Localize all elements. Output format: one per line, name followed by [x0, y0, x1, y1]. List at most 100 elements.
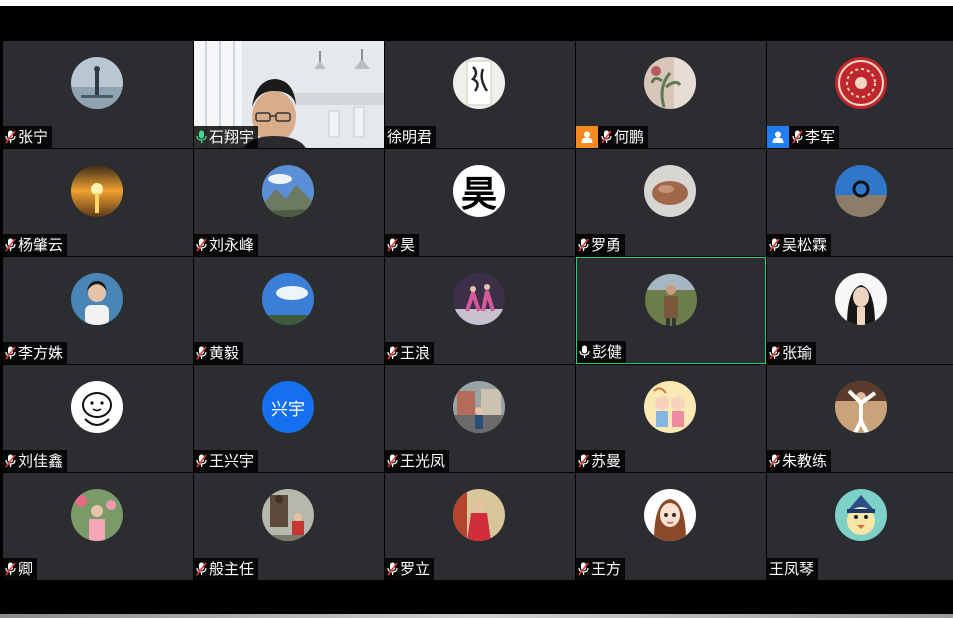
participant-name-label: 何鹏: [576, 126, 649, 148]
participant-tile[interactable]: 兴宇 王兴宇: [194, 365, 384, 472]
participant-grid: 张宁 石翔宇 徐明君 何鹏 李军 杨肇云 刘永峰昊昊罗勇 吴松霖 李方姝 黄毅 王浪 彭健 张瑜 刘佳鑫…: [3, 41, 953, 581]
participant-name-label: 刘佳鑫: [3, 450, 68, 472]
participant-tile[interactable]: 苏曼: [576, 365, 766, 472]
participant-name: 王光凤: [400, 452, 446, 470]
participant-tile[interactable]: 卿: [3, 473, 193, 580]
participant-name: 罗立: [400, 560, 431, 578]
avatar: [71, 381, 123, 433]
meeting-window: 张宁 石翔宇 徐明君 何鹏 李军 杨肇云 刘永峰昊昊罗勇 吴松霖 李方姝 黄毅 王浪 彭健 张瑜 刘佳鑫…: [0, 6, 953, 616]
mic-on-icon: [579, 345, 590, 358]
participant-tile[interactable]: 吴松霖: [767, 149, 953, 256]
participant-tile[interactable]: 刘佳鑫: [3, 365, 193, 472]
mic-muted-icon: [196, 562, 207, 576]
host-orange-icon: [576, 126, 598, 148]
participant-name: 卿: [18, 560, 34, 578]
participant-tile[interactable]: 黄毅: [194, 257, 384, 364]
mic-muted-icon: [769, 454, 780, 468]
participant-name: 朱教练: [782, 452, 828, 470]
participant-name-label: 王浪: [385, 342, 435, 364]
mic-muted-icon: [5, 562, 16, 576]
participant-name-label: 昊: [385, 234, 420, 256]
participant-tile[interactable]: 何鹏: [576, 41, 766, 148]
participant-name: 张宁: [18, 128, 49, 146]
participant-name: 何鹏: [614, 128, 645, 146]
mic-muted-icon: [578, 238, 589, 252]
participant-tile[interactable]: 罗勇: [576, 149, 766, 256]
participant-tile[interactable]: 王光凤: [385, 365, 575, 472]
participant-tile[interactable]: 王方: [576, 473, 766, 580]
avatar: [644, 381, 696, 433]
participant-name: 李方姝: [18, 344, 64, 362]
taskbar-edge: [0, 614, 953, 618]
participant-tile[interactable]: 罗立: [385, 473, 575, 580]
participant-name-label: 朱教练: [767, 450, 832, 472]
avatar: [835, 381, 887, 433]
participant-name-label: 张瑜: [767, 342, 817, 364]
participant-name: 刘佳鑫: [18, 452, 64, 470]
participant-name: 罗勇: [591, 236, 622, 254]
mic-muted-icon: [387, 346, 398, 360]
avatar: [71, 489, 123, 541]
avatar: [835, 489, 887, 541]
mic-muted-icon: [196, 454, 207, 468]
participant-tile[interactable]: 朱教练: [767, 365, 953, 472]
participant-tile[interactable]: 石翔宇: [194, 41, 384, 148]
mic-muted-icon: [5, 130, 16, 144]
participant-name-label: 徐明君: [385, 126, 437, 148]
participant-name: 徐明君: [387, 128, 433, 146]
participant-name-label: 罗勇: [576, 234, 626, 256]
participant-name-label: 吴松霖: [767, 234, 832, 256]
participant-name: 刘永峰: [209, 236, 255, 254]
participant-name: 黄毅: [209, 344, 240, 362]
participant-name: 王浪: [400, 344, 431, 362]
avatar: [453, 273, 505, 325]
participant-name: 昊: [400, 236, 416, 254]
avatar: [644, 57, 696, 109]
avatar: [71, 57, 123, 109]
participant-name-label: 黄毅: [194, 342, 244, 364]
mic-muted-icon: [387, 562, 398, 576]
participant-tile[interactable]: 张瑜: [767, 257, 953, 364]
participant-tile[interactable]: 李军: [767, 41, 953, 148]
participant-tile[interactable]: 王浪: [385, 257, 575, 364]
avatar: [835, 57, 887, 109]
participant-name-label: 石翔宇: [194, 126, 259, 148]
participant-name-label: 罗立: [385, 558, 435, 580]
mic-muted-icon: [769, 238, 780, 252]
mic-muted-icon: [792, 130, 803, 144]
avatar: [262, 165, 314, 217]
participant-tile[interactable]: 刘永峰: [194, 149, 384, 256]
participant-name: 李军: [805, 128, 836, 146]
participant-name: 王方: [591, 560, 622, 578]
avatar: [262, 489, 314, 541]
avatar: 昊: [453, 165, 505, 217]
mic-muted-icon: [5, 238, 16, 252]
participant-tile[interactable]: 李方姝: [3, 257, 193, 364]
participant-name-label: 王光凤: [385, 450, 450, 472]
participant-name-label: 卿: [3, 558, 38, 580]
avatar: [453, 381, 505, 433]
participant-tile[interactable]: 张宁: [3, 41, 193, 148]
avatar: [644, 165, 696, 217]
avatar: [453, 57, 505, 109]
participant-name-label: 杨肇云: [3, 234, 68, 256]
avatar: [645, 274, 697, 326]
participant-tile[interactable]: 般主任: [194, 473, 384, 580]
participant-name-label: 王方: [576, 558, 626, 580]
participant-name: 石翔宇: [209, 128, 255, 146]
participant-name-label: 般主任: [194, 558, 259, 580]
participant-tile[interactable]: 昊昊: [385, 149, 575, 256]
mic-muted-icon: [196, 346, 207, 360]
participant-tile[interactable]: 王凤琴: [767, 473, 953, 580]
mic-muted-icon: [601, 130, 612, 144]
participant-tile[interactable]: 彭健: [576, 257, 766, 364]
participant-tile[interactable]: 徐明君: [385, 41, 575, 148]
mic-muted-icon: [387, 454, 398, 468]
avatar: 兴宇: [262, 381, 314, 433]
avatar-text: 兴宇: [271, 399, 305, 420]
avatar: [71, 273, 123, 325]
avatar: [835, 165, 887, 217]
participant-name-label: 彭健: [577, 341, 627, 363]
participant-name-label: 张宁: [3, 126, 53, 148]
participant-tile[interactable]: 杨肇云: [3, 149, 193, 256]
